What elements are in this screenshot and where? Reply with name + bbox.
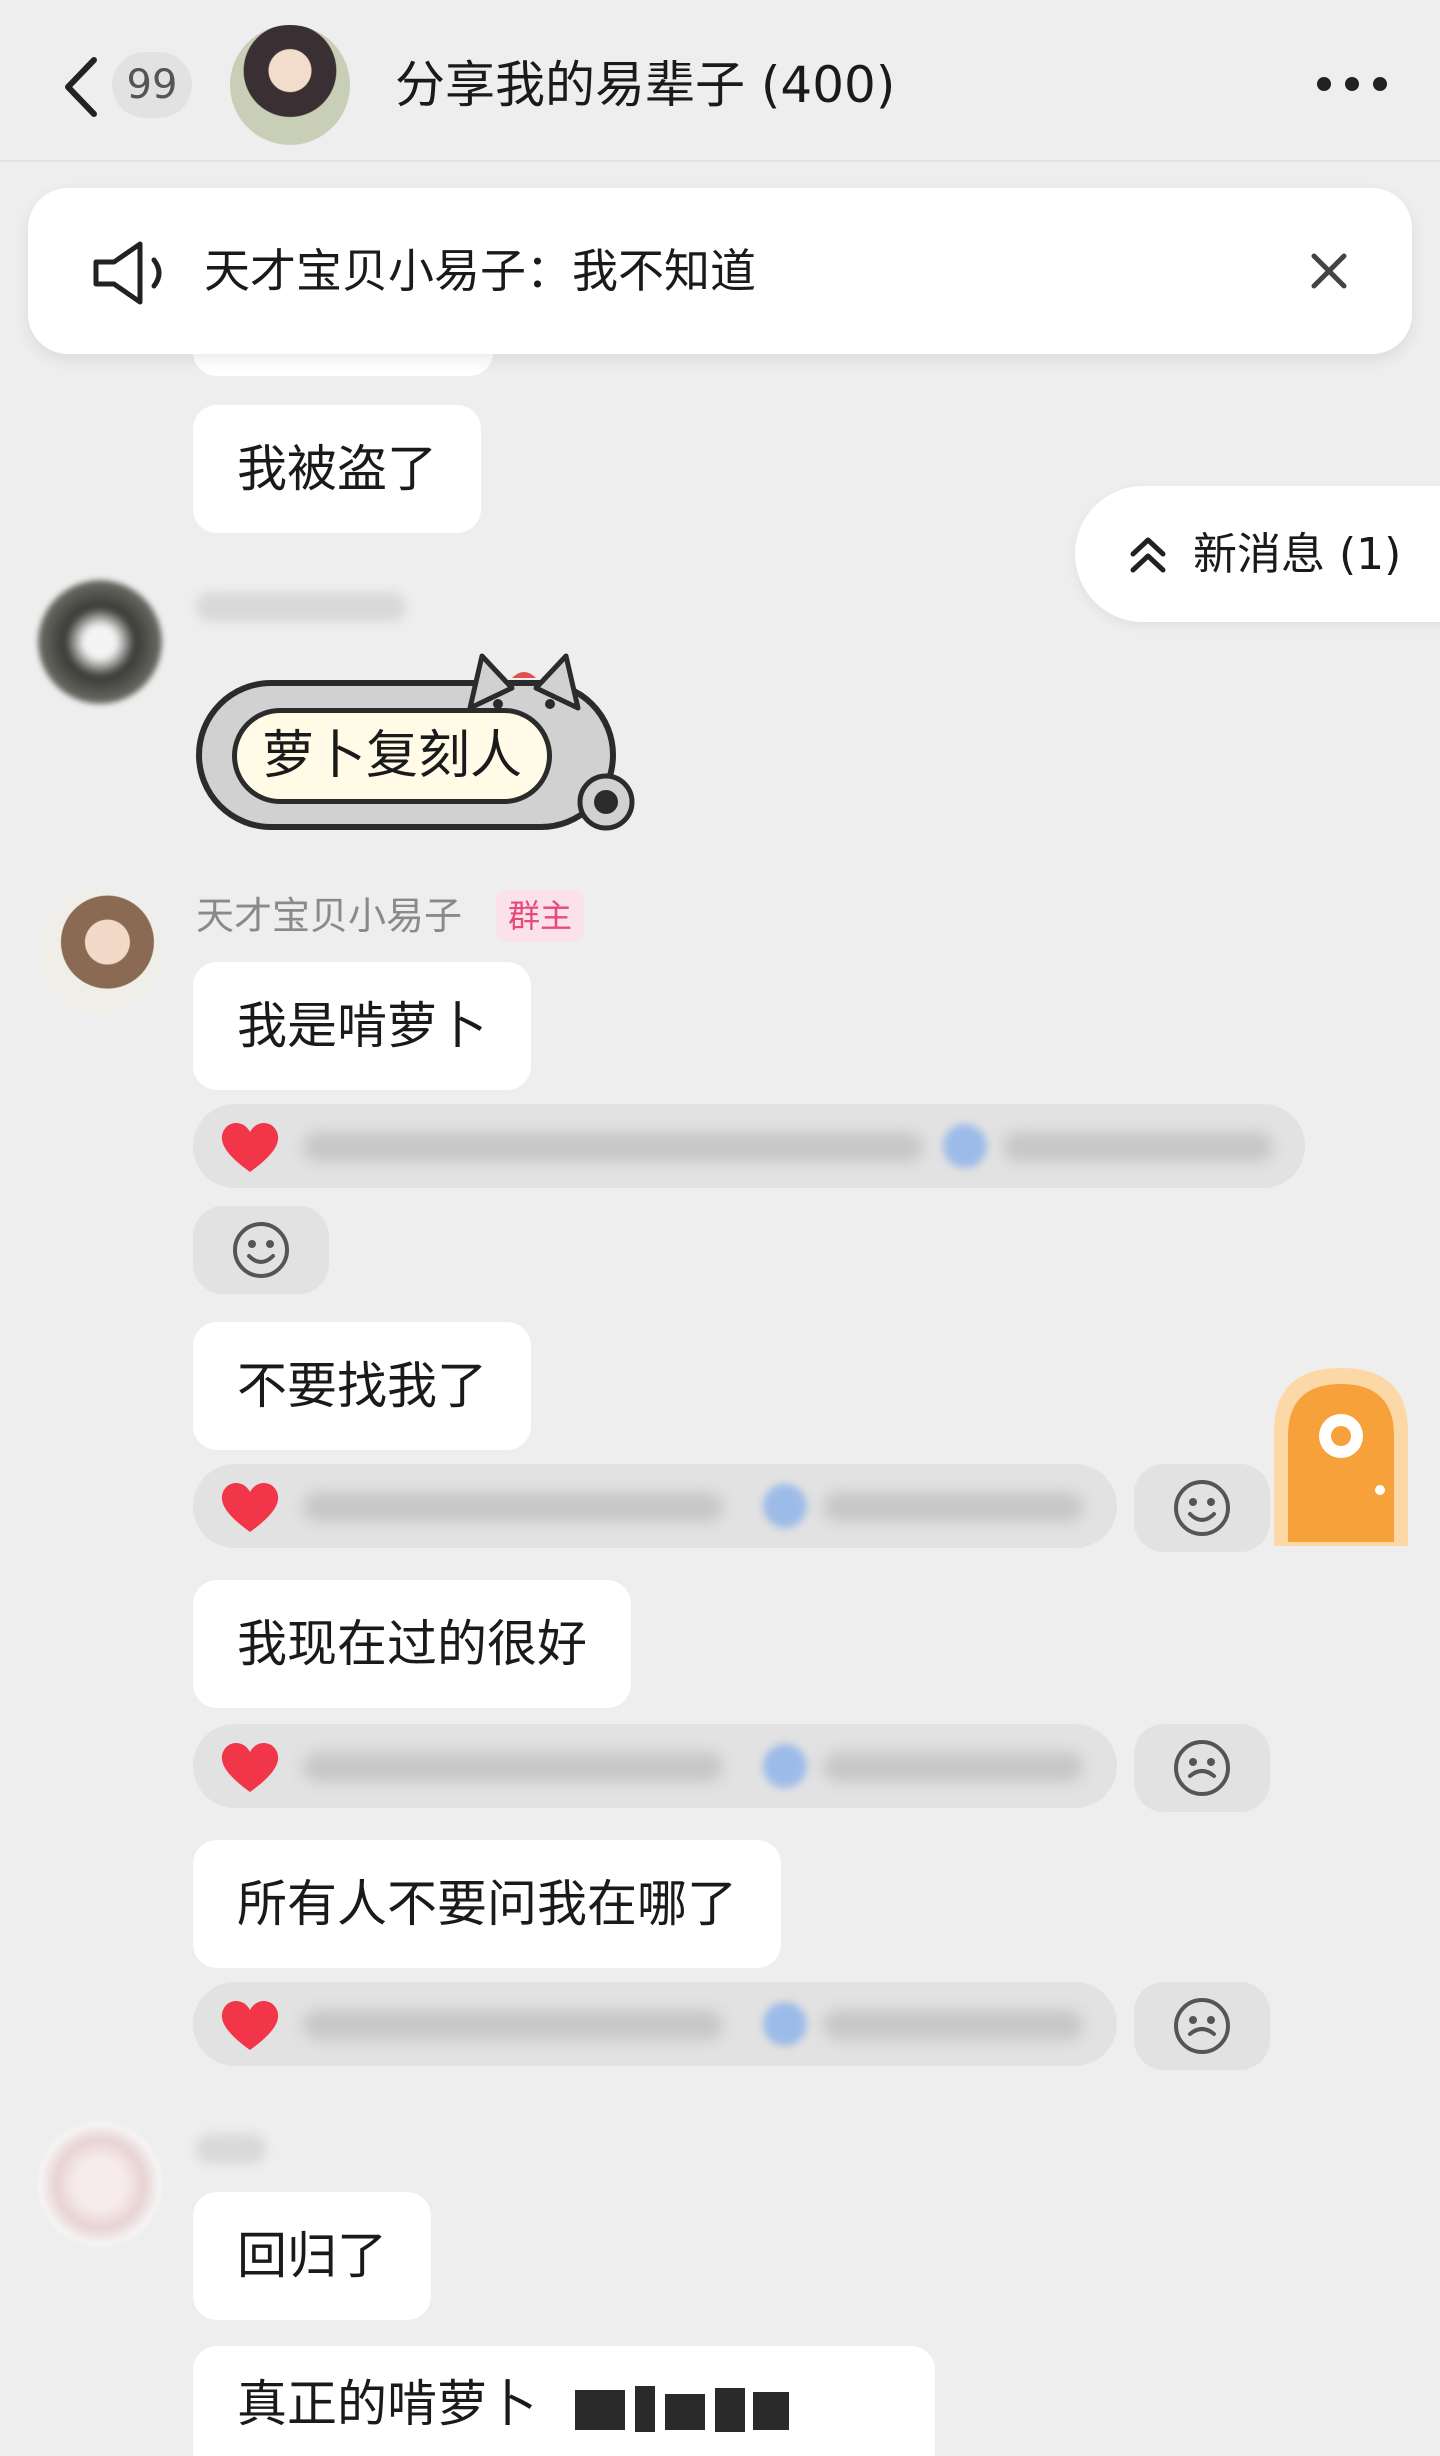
reactor-names-blurred — [823, 1492, 1083, 1522]
reaction-bar[interactable] — [193, 1104, 1305, 1188]
add-reaction-button[interactable] — [193, 1206, 329, 1294]
reaction-bar[interactable] — [193, 1464, 1117, 1548]
owner-badge: 群主 — [496, 890, 585, 942]
message-bubble[interactable]: 我是啃萝卜 — [193, 962, 531, 1090]
new-messages-button[interactable]: 新消息 (1) — [1075, 486, 1440, 622]
sticker-message[interactable]: 萝卜复刻人 — [196, 653, 635, 831]
reactor-avatar-blurred — [763, 2002, 807, 2046]
reactor-names-blurred — [823, 2010, 1083, 2040]
reaction-bar[interactable] — [193, 1982, 1117, 2066]
double-chevron-up-icon — [1130, 537, 1166, 573]
reactor-names-blurred — [303, 2010, 723, 2040]
reactor-names-blurred — [1003, 1132, 1273, 1162]
heart-icon — [221, 1483, 279, 1532]
message-bubble[interactable]: 所有人不要问我在哪了 — [193, 1840, 781, 1968]
smiley-icon — [1174, 1480, 1230, 1536]
reactor-names-blurred — [303, 1492, 723, 1522]
back-arrow-icon[interactable] — [58, 52, 108, 122]
heart-icon — [221, 2001, 279, 2050]
message-bubble[interactable]: 真正的啃萝卜 — [193, 2346, 935, 2456]
smiley-icon — [1174, 1740, 1230, 1796]
message-text: 真正的啃萝卜 — [237, 2375, 537, 2433]
announcement-text: 天才宝贝小易子：我不知道 — [204, 244, 756, 298]
member-name-blurred — [196, 2134, 266, 2164]
add-reaction-button[interactable] — [1134, 1724, 1270, 1812]
smiley-icon — [233, 1222, 289, 1278]
owner-avatar[interactable] — [38, 890, 162, 1014]
more-options-icon[interactable] — [1316, 76, 1388, 92]
redaction-scribble — [575, 2386, 789, 2432]
unread-count-badge[interactable]: 99 — [112, 52, 192, 118]
message-bubble[interactable]: 我被盗了 — [193, 405, 481, 533]
smiley-icon — [1174, 1998, 1230, 2054]
announcement-banner[interactable]: 天才宝贝小易子：我不知道 — [28, 188, 1412, 354]
message-bubble[interactable]: 不要找我了 — [193, 1322, 531, 1450]
sender-name[interactable]: 天才宝贝小易子 — [196, 888, 462, 944]
reactor-names-blurred — [823, 1752, 1083, 1782]
message-bubble[interactable]: 回归了 — [193, 2192, 431, 2320]
door-icon[interactable] — [1268, 1362, 1414, 1548]
add-reaction-button[interactable] — [1134, 1464, 1270, 1552]
member-name-blurred — [196, 592, 406, 622]
cat-tail-icon — [577, 773, 635, 831]
heart-icon — [221, 1123, 279, 1172]
close-icon[interactable] — [1308, 250, 1350, 292]
speaker-icon — [93, 241, 162, 305]
sticker-text: 萝卜复刻人 — [232, 708, 552, 804]
reactor-avatar-blurred — [943, 1124, 987, 1168]
chat-header: 99 分享我的易辈子 (400) — [0, 0, 1440, 162]
reactor-avatar-blurred — [763, 1744, 807, 1788]
group-avatar[interactable] — [230, 25, 350, 145]
group-title[interactable]: 分享我的易辈子 (400) — [395, 50, 895, 120]
reactor-names-blurred — [303, 1752, 723, 1782]
member-avatar[interactable] — [38, 2122, 162, 2246]
message-bubble[interactable]: 我现在过的很好 — [193, 1580, 631, 1708]
heart-icon — [221, 1743, 279, 1792]
reaction-bar[interactable] — [193, 1724, 1117, 1808]
reactor-avatar-blurred — [763, 1484, 807, 1528]
new-messages-label: 新消息 (1) — [1193, 529, 1402, 580]
reactor-names-blurred — [303, 1132, 923, 1162]
add-reaction-button[interactable] — [1134, 1982, 1270, 2070]
member-avatar[interactable] — [38, 580, 162, 704]
